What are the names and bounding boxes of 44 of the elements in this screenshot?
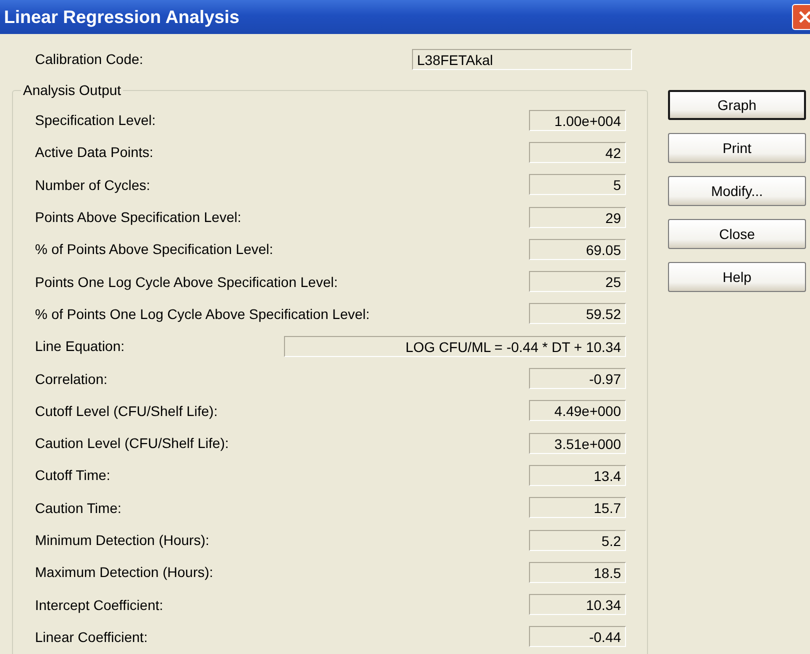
field-label: Maximum Detection (Hours): bbox=[35, 564, 214, 580]
close-icon bbox=[798, 10, 810, 24]
value-field: 10.34 bbox=[529, 594, 626, 616]
field-label: Minimum Detection (Hours): bbox=[35, 532, 210, 548]
field-label: Intercept Coefficient: bbox=[35, 596, 164, 613]
field-label: % of Points One Log Cycle Above Specification Level: bbox=[35, 306, 371, 322]
dialog-button[interactable]: Modify... bbox=[668, 176, 806, 206]
calibration-code-field: L38FETAkal bbox=[412, 48, 632, 70]
field-label: Specification Level: bbox=[35, 112, 157, 128]
field-label: Linear Coefficient: bbox=[35, 628, 149, 645]
value-field: 59.52 bbox=[529, 303, 626, 324]
field-label: Points One Log Cycle Above Specification Level: bbox=[35, 274, 339, 290]
value-field: 3.51e+000 bbox=[529, 432, 626, 454]
value-field: 29 bbox=[529, 206, 626, 228]
value-field: 18.5 bbox=[529, 562, 626, 583]
field-label: Cutoff Time: bbox=[35, 467, 112, 484]
value-field: LOG CFU/ML = -0.44 * DT + 10.34 bbox=[284, 336, 626, 357]
field-label: Points Above Specification Level: bbox=[35, 209, 242, 226]
value-field: 4.49e+000 bbox=[529, 400, 626, 422]
value-field: -0.44 bbox=[529, 626, 626, 648]
field-label: % of Points Above Specification Level: bbox=[35, 241, 274, 258]
value-field: 5 bbox=[529, 174, 626, 196]
field-label: Line Equation: bbox=[35, 338, 126, 354]
field-label: Calibration Code: bbox=[35, 51, 144, 67]
value-field: -0.97 bbox=[529, 368, 626, 390]
value-field: 1.00e+004 bbox=[529, 110, 626, 131]
value-field: 5.2 bbox=[529, 530, 626, 550]
field-label: Caution Time: bbox=[35, 500, 122, 516]
value-field: 25 bbox=[529, 271, 626, 292]
field-label: Correlation: bbox=[35, 370, 108, 387]
field-label: Active Data Points: bbox=[35, 144, 154, 160]
field-label: Number of Cycles: bbox=[35, 176, 152, 193]
dialog-button[interactable]: Help bbox=[668, 262, 806, 292]
value-field: 13.4 bbox=[529, 464, 626, 486]
dialog-button[interactable]: Graph bbox=[668, 90, 806, 120]
group-title: Analysis Output bbox=[22, 82, 122, 98]
value-field: 69.05 bbox=[529, 238, 626, 260]
field-label: Cutoff Level (CFU/Shelf Life): bbox=[35, 402, 219, 419]
value-field: 15.7 bbox=[529, 497, 626, 518]
dialog-button[interactable]: Close bbox=[668, 219, 806, 249]
dialog-button[interactable]: Print bbox=[668, 133, 806, 163]
field-label: Caution Level (CFU/Shelf Life): bbox=[35, 435, 230, 452]
window-title: Linear Regression Analysis bbox=[3, 6, 240, 28]
value-field: 42 bbox=[529, 142, 626, 163]
